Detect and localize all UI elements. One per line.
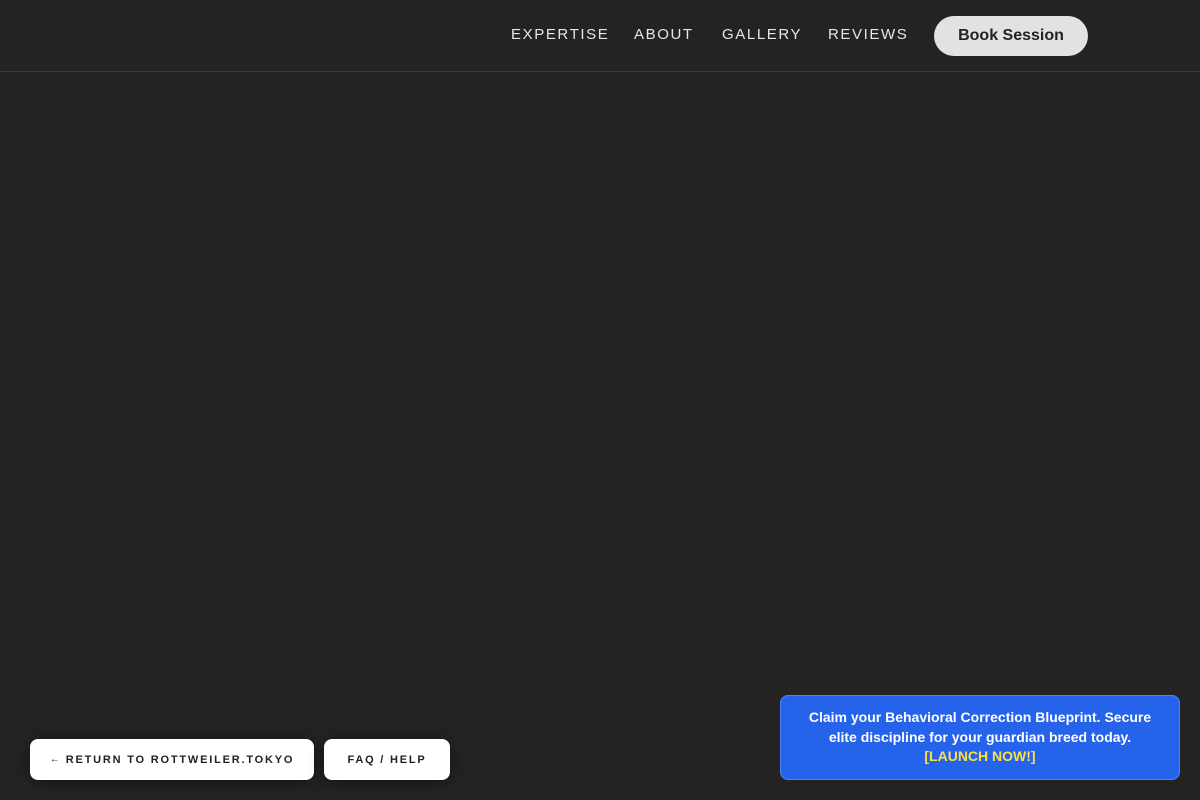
nav-link-expertise[interactable]: EXPERTISE [511,26,609,43]
book-session-button[interactable]: Book Session [934,16,1088,56]
faq-help-button[interactable]: FAQ / HELP [324,739,450,780]
main-content-area [0,73,1200,800]
nav-link-gallery[interactable]: GALLERY [722,26,802,43]
return-home-label: RETURN TO ROTTWEILER.TOKYO [65,753,295,766]
promo-banner[interactable]: Claim your Behavioral Correction Bluepri… [780,695,1180,780]
nav-link-reviews[interactable]: REVIEWS [828,26,908,43]
promo-message: Claim your Behavioral Correction Bluepri… [808,709,1152,745]
site-header: EXPERTISE ABOUT GALLERY REVIEWS Book Ses… [0,0,1200,72]
promo-launch-link[interactable]: [LAUNCH NOW!] [801,747,1159,767]
nav-link-about[interactable]: ABOUT [634,26,694,43]
return-home-button[interactable]: ← RETURN TO ROTTWEILER.TOKYO [30,739,314,780]
arrow-left-icon: ← [49,754,60,765]
